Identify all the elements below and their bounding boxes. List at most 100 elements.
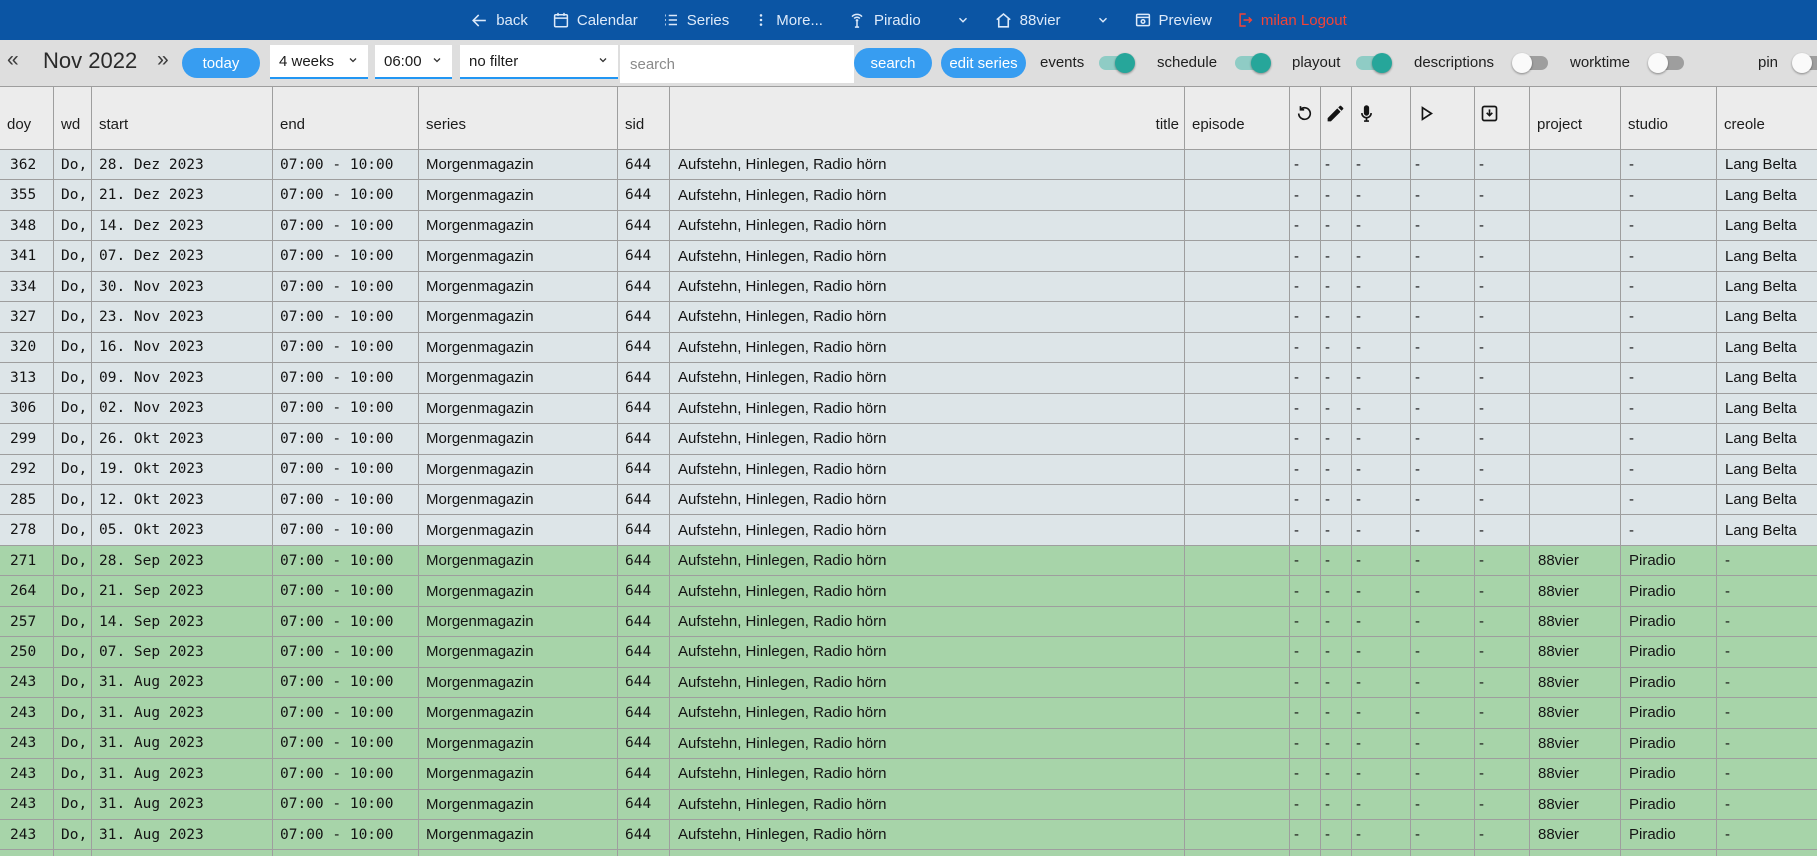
flag-cell: - [1321, 576, 1352, 605]
cell-studio: - [1621, 363, 1717, 392]
column-header-studio[interactable]: studio [1621, 87, 1717, 149]
column-header-series[interactable]: series [419, 87, 618, 149]
flag-cell: - [1290, 759, 1321, 788]
table-row[interactable]: 243Do,31. Aug 202307:00 - 10:00Morgenmag… [0, 850, 1817, 856]
table-row[interactable]: 306Do,02. Nov 202307:00 - 10:00Morgenmag… [0, 394, 1817, 424]
flag-cell: - [1411, 272, 1475, 301]
flag-cell: - [1321, 333, 1352, 362]
table-row[interactable]: 243Do,31. Aug 202307:00 - 10:00Morgenmag… [0, 729, 1817, 759]
toggle-events[interactable] [1098, 53, 1135, 73]
cell-series: Morgenmagazin [419, 272, 618, 301]
column-header-undo-icon[interactable] [1290, 87, 1321, 149]
column-header-doy[interactable]: doy [0, 87, 54, 149]
table-row[interactable]: 355Do,21. Dez 202307:00 - 10:00Morgenmag… [0, 180, 1817, 210]
column-header-start[interactable]: start [92, 87, 273, 149]
table-row[interactable]: 257Do,14. Sep 202307:00 - 10:00Morgenmag… [0, 607, 1817, 637]
table-row[interactable]: 243Do,31. Aug 202307:00 - 10:00Morgenmag… [0, 820, 1817, 850]
cell-creole: Lang Belta [1717, 241, 1817, 270]
flag-cell: - [1352, 637, 1411, 666]
column-header-creole[interactable]: creole [1717, 87, 1817, 149]
cell-doy: 348 [0, 211, 54, 240]
time-select[interactable]: 06:00 [375, 45, 452, 79]
search-input[interactable] [620, 45, 854, 83]
column-header-wd[interactable]: wd [54, 87, 92, 149]
toggle-knob [1115, 53, 1135, 73]
table-row[interactable]: 320Do,16. Nov 202307:00 - 10:00Morgenmag… [0, 333, 1817, 363]
column-header-title[interactable]: title [670, 87, 1185, 149]
nav-more[interactable]: More... [753, 11, 823, 29]
column-header-end[interactable]: end [273, 87, 419, 149]
cell-series: Morgenmagazin [419, 424, 618, 453]
station-menu[interactable]: Piradio [847, 10, 970, 30]
nav-series[interactable]: Series [662, 11, 730, 29]
table-row[interactable]: 243Do,31. Aug 202307:00 - 10:00Morgenmag… [0, 668, 1817, 698]
today-button[interactable]: today [182, 48, 260, 78]
table-row[interactable]: 299Do,26. Okt 202307:00 - 10:00Morgenmag… [0, 424, 1817, 454]
cell-end: 07:00 - 10:00 [273, 424, 419, 453]
flag-cell: - [1411, 729, 1475, 758]
flag-cell: - [1321, 698, 1352, 727]
preview-button[interactable]: Preview [1134, 11, 1212, 29]
table-row[interactable]: 348Do,14. Dez 202307:00 - 10:00Morgenmag… [0, 211, 1817, 241]
table-row[interactable]: 264Do,21. Sep 202307:00 - 10:00Morgenmag… [0, 576, 1817, 606]
cell-creole: - [1717, 607, 1817, 636]
cell-sid: 644 [618, 790, 670, 819]
cell-project [1530, 394, 1621, 423]
table-row[interactable]: 271Do,28. Sep 202307:00 - 10:00Morgenmag… [0, 546, 1817, 576]
toggle-descriptions[interactable] [1512, 53, 1549, 73]
chevron-down-icon[interactable] [1096, 13, 1110, 27]
column-header-sid[interactable]: sid [618, 87, 670, 149]
back-button[interactable]: back [470, 11, 528, 30]
table-row[interactable]: 243Do,31. Aug 202307:00 - 10:00Morgenmag… [0, 698, 1817, 728]
cell-sid: 644 [618, 729, 670, 758]
table-row[interactable]: 250Do,07. Sep 202307:00 - 10:00Morgenmag… [0, 637, 1817, 667]
search-button[interactable]: search [854, 48, 932, 78]
range-select[interactable]: 4 weeks [270, 45, 368, 79]
logout-button[interactable]: milan Logout [1236, 11, 1347, 29]
toggle-schedule[interactable] [1234, 53, 1271, 73]
filter-select[interactable]: no filter [460, 45, 618, 79]
cell-studio: Piradio [1621, 637, 1717, 666]
table-row[interactable]: 278Do,05. Okt 202307:00 - 10:00Morgenmag… [0, 515, 1817, 545]
cell-title: Aufstehn, Hinlegen, Radio hörn [670, 698, 1185, 727]
flag-cell: - [1290, 394, 1321, 423]
cell-series: Morgenmagazin [419, 546, 618, 575]
table-row[interactable]: 327Do,23. Nov 202307:00 - 10:00Morgenmag… [0, 302, 1817, 332]
cell-series: Morgenmagazin [419, 394, 618, 423]
chevron-down-icon[interactable] [956, 13, 970, 27]
toggle-playout[interactable] [1355, 53, 1392, 73]
channel-menu[interactable]: 88vier [994, 11, 1110, 30]
flag-cell: - [1321, 272, 1352, 301]
table-row[interactable]: 292Do,19. Okt 202307:00 - 10:00Morgenmag… [0, 455, 1817, 485]
table-row[interactable]: 313Do,09. Nov 202307:00 - 10:00Morgenmag… [0, 363, 1817, 393]
column-header-episode[interactable]: episode [1185, 87, 1290, 149]
column-header-play-icon[interactable] [1411, 87, 1475, 149]
table-row[interactable]: 334Do,30. Nov 202307:00 - 10:00Morgenmag… [0, 272, 1817, 302]
station-label: Piradio [874, 12, 921, 29]
table-row[interactable]: 362Do,28. Dez 202307:00 - 10:00Morgenmag… [0, 150, 1817, 180]
cell-title: Aufstehn, Hinlegen, Radio hörn [670, 637, 1185, 666]
toggle-pin[interactable] [1792, 53, 1817, 73]
toggle-worktime[interactable] [1648, 53, 1685, 73]
prev-period-button[interactable]: « [7, 48, 19, 72]
cell-creole: Lang Belta [1717, 424, 1817, 453]
column-header-mic-icon[interactable] [1352, 87, 1411, 149]
edit-series-button[interactable]: edit series [941, 48, 1026, 78]
flag-cell: - [1411, 333, 1475, 362]
table-row[interactable]: 243Do,31. Aug 202307:00 - 10:00Morgenmag… [0, 790, 1817, 820]
table-row[interactable]: 285Do,12. Okt 202307:00 - 10:00Morgenmag… [0, 485, 1817, 515]
flag-cell: - [1475, 790, 1530, 819]
flag-cell: - [1475, 363, 1530, 392]
cell-title: Aufstehn, Hinlegen, Radio hörn [670, 150, 1185, 179]
cell-project [1530, 150, 1621, 179]
cell-project: 88vier [1530, 820, 1621, 849]
next-period-button[interactable]: » [157, 48, 169, 72]
cell-wd: Do, [54, 394, 92, 423]
column-header-box-arrow-icon[interactable] [1475, 87, 1530, 149]
column-header-pencil-icon[interactable] [1321, 87, 1352, 149]
table-row[interactable]: 341Do,07. Dez 202307:00 - 10:00Morgenmag… [0, 241, 1817, 271]
nav-calendar[interactable]: Calendar [552, 11, 638, 29]
cell-end: 07:00 - 10:00 [273, 668, 419, 697]
table-row[interactable]: 243Do,31. Aug 202307:00 - 10:00Morgenmag… [0, 759, 1817, 789]
column-header-project[interactable]: project [1530, 87, 1621, 149]
